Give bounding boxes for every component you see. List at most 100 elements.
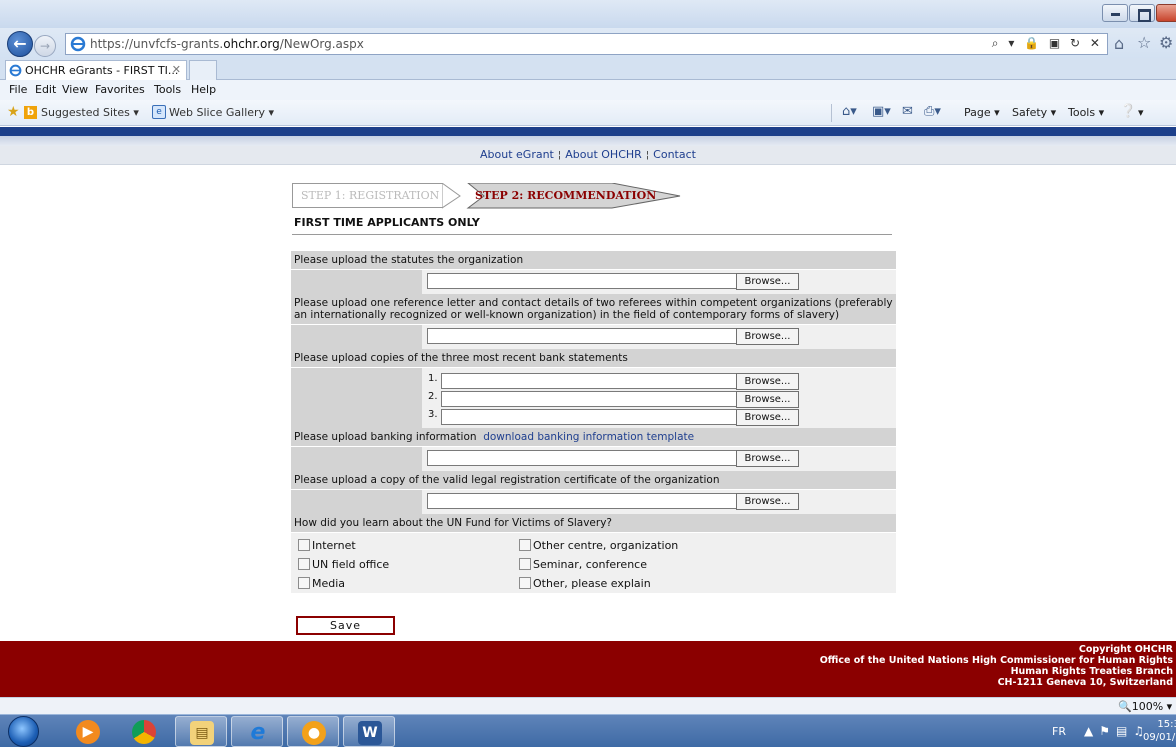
media-player-icon: ▶ [76, 720, 100, 744]
app-orange-icon: ● [302, 721, 326, 745]
tab-ohchr-egrants[interactable]: OHCHR eGrants - FIRST TI... ✕ [5, 60, 187, 80]
address-bar[interactable]: https://unvfcfs-grants.ohchr.org/NewOrg.… [65, 33, 1108, 55]
step-indicator: STEP 1: REGISTRATION STEP 2: RECOMMENDAT… [292, 183, 682, 209]
suggested-sites-link[interactable]: Suggested Sites ▾ [41, 106, 139, 119]
registration-browse-button[interactable]: Browse... [736, 493, 799, 510]
taskbar-chrome[interactable] [118, 716, 170, 747]
bank-statements-question: Please upload copies of the three most r… [291, 349, 896, 368]
zoom-control[interactable]: 🔍100% ▾ [1118, 700, 1172, 713]
menu-file[interactable]: File [9, 83, 27, 96]
tab-close-icon[interactable]: ✕ [172, 63, 181, 76]
bank-statement-2-browse-button[interactable]: Browse... [736, 391, 799, 408]
internet-option[interactable]: Internet [298, 539, 356, 552]
bank-statement-1-input[interactable] [441, 373, 737, 389]
bank-statement-1-browse-button[interactable]: Browse... [736, 373, 799, 390]
other-checkbox[interactable] [519, 577, 531, 589]
banking-info-file-input[interactable] [427, 450, 737, 466]
safety-menu[interactable]: Safety ▾ [1012, 106, 1056, 119]
un-field-office-option[interactable]: UN field office [298, 558, 389, 571]
statutes-label: Please upload the statutes the organizat… [294, 254, 524, 266]
url-text: https://unvfcfs-grants.ohchr.org/NewOrg.… [90, 37, 364, 51]
menu-view[interactable]: View [62, 83, 88, 96]
reference-question: Please upload one reference letter and c… [291, 294, 896, 325]
banking-template-link[interactable]: download banking information template [483, 431, 694, 443]
bank-statement-3-browse-button[interactable]: Browse... [736, 409, 799, 426]
ie-page-icon [70, 36, 86, 52]
page-menu[interactable]: Page ▾ [964, 106, 1000, 119]
home-cmd-icon[interactable]: ⌂▾ [842, 104, 857, 119]
close-window-button[interactable] [1156, 4, 1176, 22]
reference-browse-button[interactable]: Browse... [736, 328, 799, 345]
statutes-browse-button[interactable]: Browse... [736, 273, 799, 290]
site-nav: About eGrant ¦ About OHCHR ¦ Contact [0, 146, 1176, 165]
about-egrant-link[interactable]: About eGrant [480, 148, 554, 161]
reference-label: Please upload one reference letter and c… [294, 297, 893, 321]
taskbar-app-orange[interactable]: ● [287, 716, 339, 747]
bank-statement-2-input[interactable] [441, 391, 737, 407]
reference-row: Browse... [291, 325, 896, 349]
other-centre-option[interactable]: Other centre, organization [519, 539, 678, 552]
favorites-star-icon[interactable]: ☆ [1137, 33, 1151, 52]
banking-info-browse-button[interactable]: Browse... [736, 450, 799, 467]
maximize-button[interactable] [1129, 4, 1155, 22]
reference-file-input[interactable] [427, 328, 737, 344]
address-line: CH-1211 Geneva 10, Switzerland [997, 677, 1173, 688]
how-learned-question: How did you learn about the UN Fund for … [291, 514, 896, 533]
media-checkbox[interactable] [298, 577, 310, 589]
language-indicator[interactable]: FR [1052, 725, 1066, 738]
menu-help[interactable]: Help [191, 83, 216, 96]
feeds-icon[interactable]: ▣▾ [872, 104, 891, 119]
minimize-button[interactable] [1102, 4, 1128, 22]
about-ohchr-link[interactable]: About OHCHR [565, 148, 642, 161]
option-label: Seminar, conference [533, 558, 647, 571]
bank-statements-row: 1. Browse... 2. Browse... 3. Browse... [291, 368, 896, 428]
statutes-row: Browse... [291, 270, 896, 294]
taskbar-internet-explorer[interactable]: e [231, 716, 283, 747]
taskbar-word[interactable]: W [343, 716, 395, 747]
branch-line: Human Rights Treaties Branch [1010, 666, 1173, 677]
print-icon[interactable]: ⎙▾ [924, 104, 941, 119]
statutes-file-input[interactable] [427, 273, 737, 289]
ie-tab-icon [9, 64, 22, 77]
save-button[interactable]: Save [296, 616, 395, 635]
seminar-checkbox[interactable] [519, 558, 531, 570]
new-tab-button[interactable] [189, 60, 217, 80]
mail-icon[interactable]: ✉ [902, 104, 913, 119]
web-slice-gallery-link[interactable]: Web Slice Gallery ▾ [169, 106, 274, 119]
forward-button[interactable]: → [34, 35, 56, 57]
address-tools[interactable]: ⌕ ▾ 🔒 ▣ ↻ ✕ [992, 36, 1103, 51]
home-icon[interactable]: ⌂ [1114, 34, 1124, 53]
other-option[interactable]: Other, please explain [519, 577, 651, 590]
gear-icon[interactable]: ⚙ [1159, 33, 1173, 52]
menu-favorites[interactable]: Favorites [95, 83, 145, 96]
contact-link[interactable]: Contact [653, 148, 696, 161]
start-button[interactable] [8, 716, 39, 747]
taskbar-media-player[interactable]: ▶ [62, 716, 114, 747]
registration-question: Please upload a copy of the valid legal … [291, 471, 896, 490]
seminar-option[interactable]: Seminar, conference [519, 558, 647, 571]
taskbar-explorer[interactable]: ▤ [175, 716, 227, 747]
status-bar: 🔍100% ▾ [0, 697, 1176, 714]
favorites-icon[interactable]: ★ [7, 104, 20, 120]
window-titlebar [0, 0, 1176, 28]
clock[interactable]: 15:30 09/01/2015 [1143, 718, 1176, 744]
statement-number: 2. [428, 391, 438, 402]
back-button[interactable]: ← [7, 31, 33, 57]
un-field-office-checkbox[interactable] [298, 558, 310, 570]
menu-bar: File Edit View Favorites Tools Help [0, 80, 1176, 100]
statement-number: 3. [428, 409, 438, 420]
clock-time: 15:30 [1157, 719, 1176, 730]
registration-file-input[interactable] [427, 493, 737, 509]
help-icon[interactable]: ❔ [1120, 104, 1136, 119]
other-centre-checkbox[interactable] [519, 539, 531, 551]
help-menu-arrow[interactable]: ▾ [1138, 106, 1144, 119]
step-1-registration: STEP 1: REGISTRATION [292, 183, 447, 208]
media-option[interactable]: Media [298, 577, 345, 590]
menu-tools[interactable]: Tools [154, 83, 181, 96]
internet-checkbox[interactable] [298, 539, 310, 551]
menu-edit[interactable]: Edit [35, 83, 56, 96]
bank-statement-3-input[interactable] [441, 409, 737, 425]
tray-icons[interactable]: ▲⚑▤♫ [1084, 724, 1150, 738]
tools-menu[interactable]: Tools ▾ [1068, 106, 1104, 119]
registration-label: Please upload a copy of the valid legal … [294, 474, 720, 486]
